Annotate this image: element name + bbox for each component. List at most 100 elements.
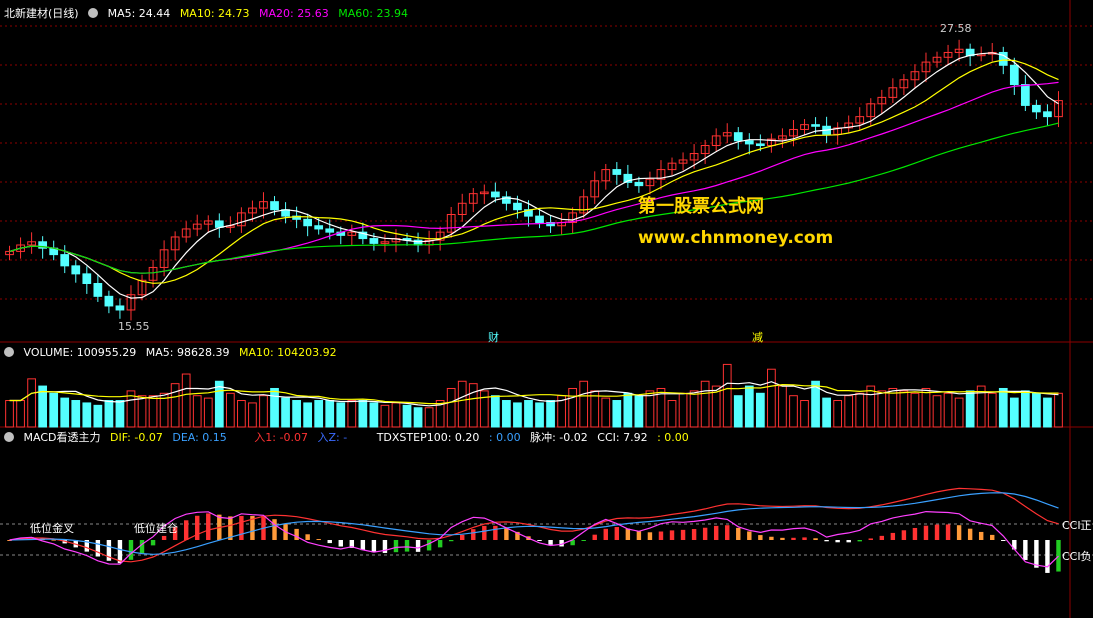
macd-bar bbox=[647, 532, 653, 540]
volume-bar bbox=[744, 385, 754, 428]
volume-bar bbox=[579, 380, 589, 428]
volume-bar bbox=[965, 390, 975, 428]
macd-bar bbox=[294, 528, 299, 540]
volume-bar bbox=[325, 400, 335, 428]
cci-label: CCI: 7.92 bbox=[597, 431, 648, 444]
macd-bar bbox=[868, 538, 873, 540]
macd-header: MACD看透主力 DIF: -0.07 DEA: 0.15 入1: -0.07 … bbox=[4, 430, 695, 446]
volume-bar bbox=[402, 404, 412, 428]
volume-bar bbox=[921, 387, 931, 428]
macd-bar bbox=[239, 515, 244, 540]
macd-bar bbox=[945, 524, 951, 540]
volume-bar bbox=[1043, 397, 1052, 428]
candle-body bbox=[104, 295, 114, 307]
candle-body bbox=[303, 218, 313, 227]
volume-bar bbox=[358, 400, 368, 428]
volume-bar bbox=[281, 397, 290, 428]
candle-body bbox=[490, 191, 500, 198]
macd-bar bbox=[890, 532, 896, 540]
ma5-line bbox=[9, 52, 1059, 299]
high-price-label: 27.58 bbox=[940, 22, 972, 35]
macd-bar bbox=[371, 540, 377, 553]
volume-bar bbox=[82, 402, 92, 428]
macd-bar bbox=[636, 531, 642, 540]
macd-bar bbox=[161, 535, 167, 540]
macd-bar bbox=[934, 524, 940, 540]
volume-bar bbox=[513, 402, 522, 428]
volume-bar bbox=[115, 400, 125, 428]
candle-body bbox=[1043, 111, 1052, 118]
low-price-label: 15.55 bbox=[118, 320, 150, 333]
macd-bar bbox=[448, 540, 454, 542]
macd-bar bbox=[1001, 540, 1006, 541]
macd-bar bbox=[978, 531, 984, 540]
macd-bar bbox=[614, 527, 620, 540]
volume-bar bbox=[237, 400, 246, 428]
volume-bar bbox=[93, 404, 103, 428]
macd-bar bbox=[956, 525, 962, 540]
candle-body bbox=[325, 228, 335, 233]
volume-bar bbox=[1032, 392, 1041, 428]
cci-down-label: CCI负 bbox=[1062, 550, 1092, 563]
macd-bar bbox=[990, 534, 995, 540]
macd-bar bbox=[305, 534, 310, 540]
tdx-label: TDXSTEP100: 0.20 bbox=[376, 431, 480, 444]
macd-bar bbox=[592, 534, 597, 540]
volume-bar bbox=[259, 395, 268, 428]
volume-bar bbox=[214, 380, 224, 428]
volume-bar bbox=[303, 402, 313, 428]
macd-bar bbox=[901, 530, 907, 540]
price-header: 北新建材(日线) MA5: 24.44 MA10: 24.73 MA20: 25… bbox=[4, 6, 414, 22]
cai-marker: 财 bbox=[488, 331, 499, 344]
macd-bar bbox=[95, 540, 101, 557]
macd-bar bbox=[206, 513, 211, 540]
dea-label: DEA: 0.15 bbox=[172, 431, 227, 444]
candle-body bbox=[634, 181, 644, 187]
candle-body bbox=[115, 305, 125, 311]
macd-bar bbox=[658, 531, 664, 540]
candle-body bbox=[270, 201, 279, 211]
volume-bar bbox=[192, 395, 202, 428]
volume-circle-icon[interactable] bbox=[4, 347, 14, 357]
macd-circle-icon[interactable] bbox=[4, 432, 14, 442]
volume-bar bbox=[700, 380, 710, 428]
volume-bar bbox=[755, 392, 765, 428]
candle-body bbox=[314, 225, 324, 230]
volume-bar bbox=[104, 400, 114, 428]
candle-body bbox=[513, 202, 522, 211]
macd-title: MACD看透主力 bbox=[23, 431, 101, 444]
settings-circle-icon[interactable] bbox=[88, 8, 99, 18]
volume-bar bbox=[888, 387, 898, 428]
volume-bar bbox=[1054, 392, 1063, 428]
macd-bar bbox=[758, 535, 763, 540]
volume-bar bbox=[314, 400, 324, 428]
inz-label: 入Z: - bbox=[317, 431, 348, 444]
macd-bar bbox=[780, 537, 785, 540]
volume-bar bbox=[789, 395, 798, 428]
volume-bar bbox=[16, 400, 25, 428]
volume-bar bbox=[733, 395, 743, 428]
candle-body bbox=[369, 238, 379, 244]
vol-ma5-line bbox=[9, 381, 1059, 407]
candle-body bbox=[535, 215, 544, 224]
volume-bar bbox=[336, 402, 346, 428]
volume-bar bbox=[71, 400, 81, 428]
volume-bar bbox=[170, 383, 180, 428]
vol-ma10-label: MA10: 104203.92 bbox=[238, 346, 337, 359]
macd-bar bbox=[460, 534, 465, 540]
volume-bar bbox=[899, 390, 909, 428]
macd-bar bbox=[713, 525, 719, 540]
volume-bar bbox=[524, 400, 533, 428]
dif-label: DIF: -0.07 bbox=[109, 431, 163, 444]
macd-bar bbox=[879, 535, 885, 540]
volume-bar bbox=[292, 400, 301, 428]
macd-bar bbox=[967, 528, 973, 540]
volume-bar bbox=[424, 407, 434, 428]
macd-bar bbox=[195, 515, 200, 540]
cci2-label: : 0.00 bbox=[657, 431, 689, 444]
volume-bar bbox=[5, 400, 14, 428]
macd-bar bbox=[183, 520, 189, 540]
candle-body bbox=[60, 254, 70, 267]
macd-bar bbox=[923, 525, 929, 540]
volume-bar bbox=[877, 390, 887, 428]
